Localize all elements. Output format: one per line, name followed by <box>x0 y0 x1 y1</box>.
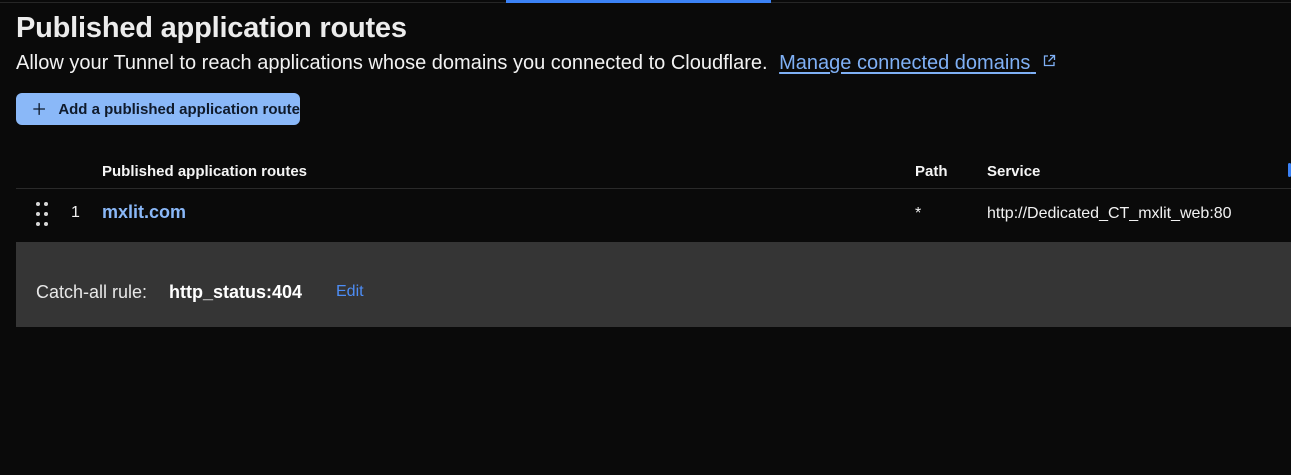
catch-all-value: http_status:404 <box>169 282 303 302</box>
catch-all-edit-link[interactable]: Edit <box>336 283 364 301</box>
routes-table-header: Published application routes Path Servic… <box>16 155 1291 189</box>
manage-connected-domains-link[interactable]: Manage connected domains <box>779 52 1056 74</box>
row-index: 1 <box>71 204 80 221</box>
add-published-route-button[interactable]: Add a published application route <box>16 93 300 125</box>
route-hostname-link[interactable]: mxlit.com <box>102 202 186 223</box>
drag-handle-icon[interactable] <box>35 201 49 227</box>
manage-link-label: Manage connected domains <box>779 52 1031 74</box>
page-title: Published application routes <box>16 12 407 44</box>
column-header-path: Path <box>915 163 948 180</box>
plus-icon <box>33 103 45 115</box>
route-path: * <box>915 205 922 222</box>
active-tab-indicator <box>506 0 771 3</box>
route-service: http://Dedicated_CT_mxlit_web:80 <box>987 205 1232 222</box>
table-row: 1 mxlit.com * http://Dedicated_CT_mxlit_… <box>16 189 1291 241</box>
add-button-label: Add a published application route <box>58 100 300 118</box>
catch-all-label: Catch-all rule: <box>36 282 148 302</box>
column-header-routes: Published application routes <box>102 163 308 180</box>
page-subtitle: Allow your Tunnel to reach applications … <box>16 52 1056 75</box>
catch-all-rule-panel: Catch-all rule: http_status:404 Edit <box>16 242 1291 327</box>
subtitle-text: Allow your Tunnel to reach applications … <box>16 52 768 74</box>
column-header-service: Service <box>987 163 1041 180</box>
external-link-icon <box>1043 54 1056 67</box>
published-routes-page: Published application routes Allow your … <box>0 0 1291 475</box>
